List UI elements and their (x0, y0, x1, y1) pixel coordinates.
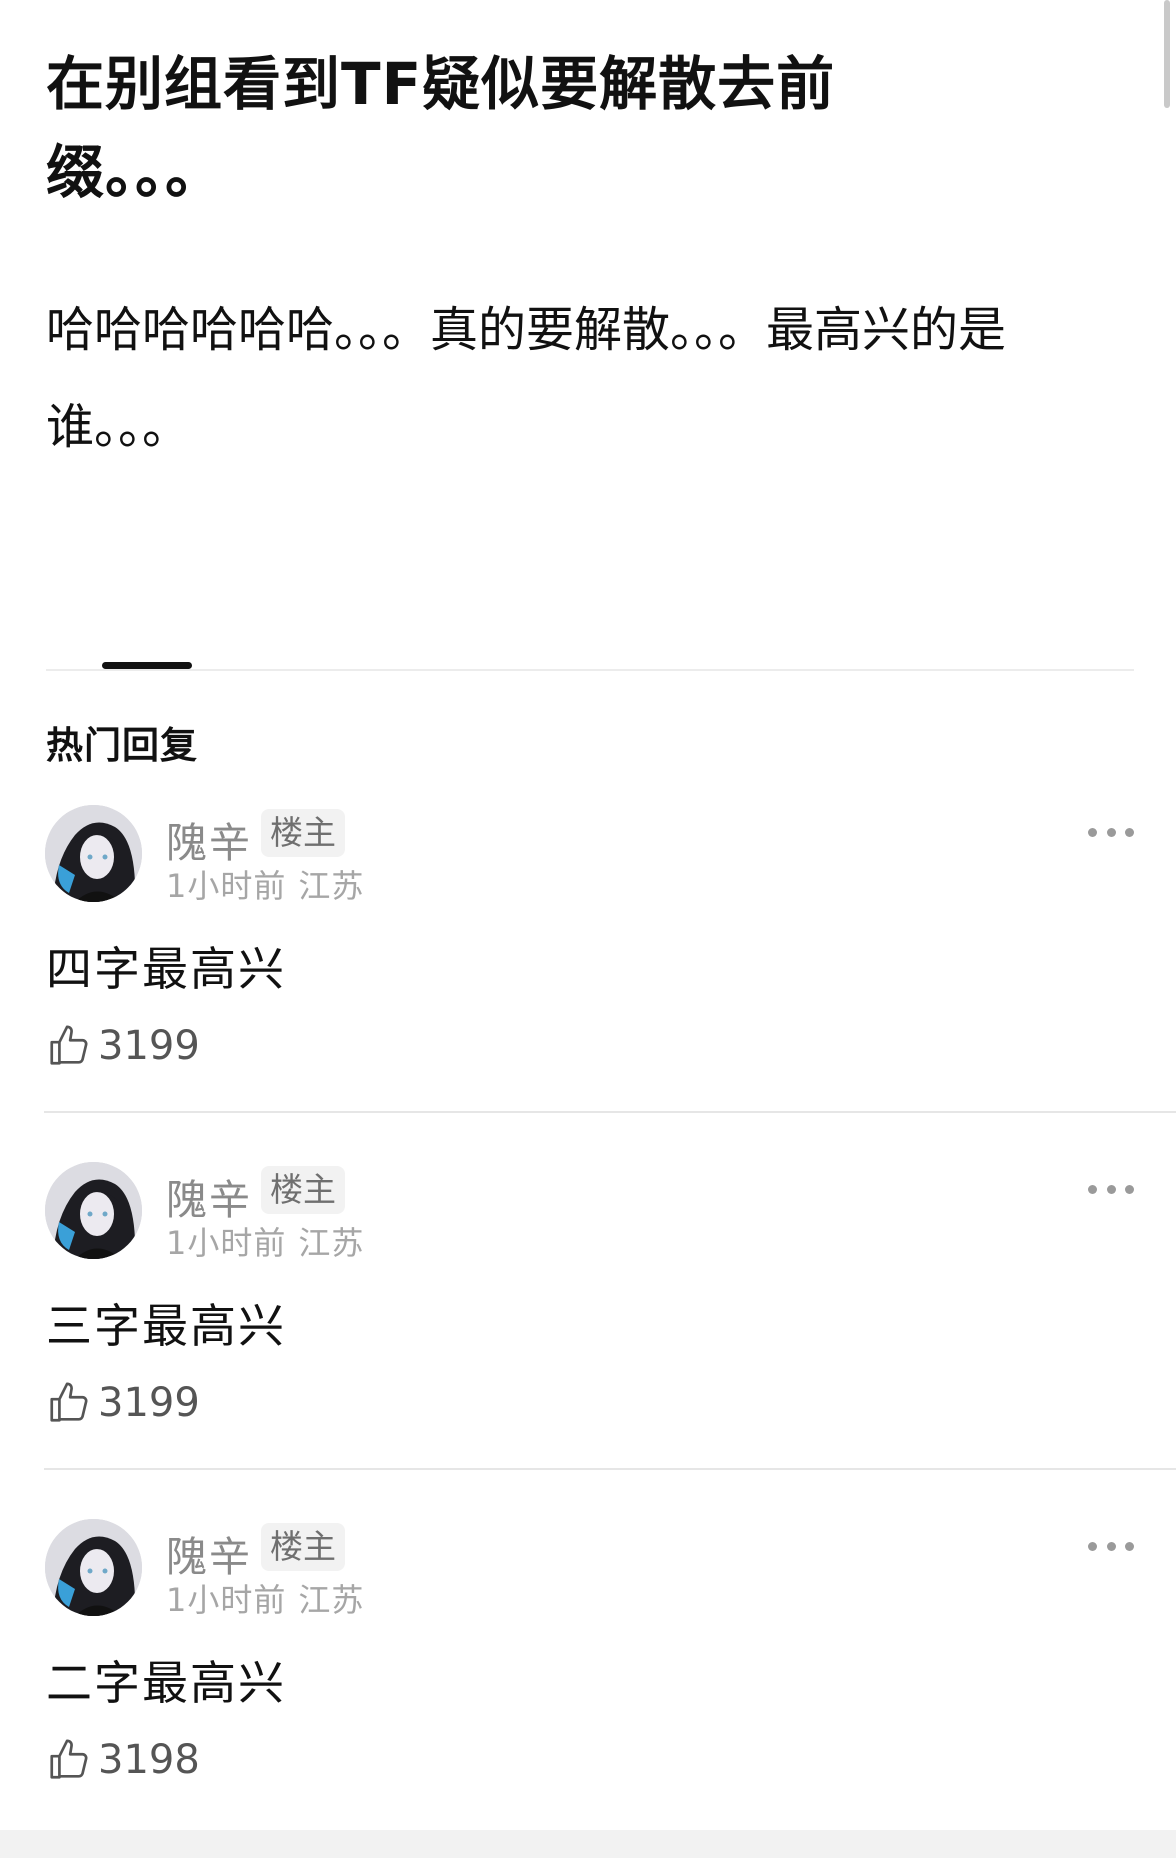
op-badge: 楼主 (261, 1523, 345, 1571)
reply-meta: 1小时前 江苏 (166, 1575, 376, 1621)
reply-location: 江苏 (298, 1581, 365, 1619)
more-options-icon[interactable] (1088, 821, 1134, 843)
reply-location: 江苏 (298, 867, 365, 905)
username[interactable]: 隗辛 (166, 809, 252, 869)
reply-meta: 1小时前 江苏 (166, 1218, 376, 1264)
reply-time: 1小时前 (166, 867, 287, 905)
divider (44, 1111, 1176, 1113)
like-count: 3199 (98, 1023, 200, 1069)
thumbs-up-icon (50, 1382, 88, 1422)
like-count: 3199 (98, 1380, 200, 1426)
tab-indicator (102, 662, 192, 669)
reply-location: 江苏 (298, 1224, 365, 1262)
avatar[interactable] (45, 805, 142, 902)
reply-time: 1小时前 (166, 1581, 287, 1619)
like-button[interactable]: 3198 (46, 1734, 200, 1786)
username[interactable]: 隗辛 (166, 1523, 252, 1583)
post-title: 在别组看到TF疑似要解散去前缀。。。 (46, 50, 836, 206)
like-button[interactable]: 3199 (46, 1020, 200, 1072)
scrollbar[interactable] (1164, 0, 1170, 108)
thumbs-up-icon (50, 1739, 88, 1779)
reply-item: 隗辛 楼主 1小时前 江苏 四字最高兴 3199 (0, 805, 1176, 1162)
post-body: 哈哈哈哈哈哈。。。真的要解散。。。最高兴的是谁。。。 (46, 302, 1007, 455)
hot-replies-heading: 热门回复 (46, 724, 198, 767)
avatar[interactable] (45, 1162, 142, 1259)
thumbs-up-icon (50, 1025, 88, 1065)
reply-item: 隗辛 楼主 1小时前 江苏 二字最高兴 3198 (0, 1519, 1176, 1876)
more-options-icon[interactable] (1088, 1535, 1134, 1557)
op-badge: 楼主 (261, 809, 345, 857)
reply-time: 1小时前 (166, 1224, 287, 1262)
username[interactable]: 隗辛 (166, 1166, 252, 1226)
like-count: 3198 (98, 1737, 200, 1783)
divider (44, 1468, 1176, 1470)
divider (46, 669, 1134, 671)
avatar[interactable] (45, 1519, 142, 1616)
op-badge: 楼主 (261, 1166, 345, 1214)
bottom-band (0, 1830, 1176, 1858)
like-button[interactable]: 3199 (46, 1377, 200, 1429)
reply-text: 二字最高兴 (46, 1656, 286, 1710)
reply-item: 隗辛 楼主 1小时前 江苏 三字最高兴 3199 (0, 1162, 1176, 1519)
more-options-icon[interactable] (1088, 1178, 1134, 1200)
reply-meta: 1小时前 江苏 (166, 861, 376, 907)
reply-text: 三字最高兴 (46, 1299, 286, 1353)
reply-text: 四字最高兴 (46, 942, 286, 996)
